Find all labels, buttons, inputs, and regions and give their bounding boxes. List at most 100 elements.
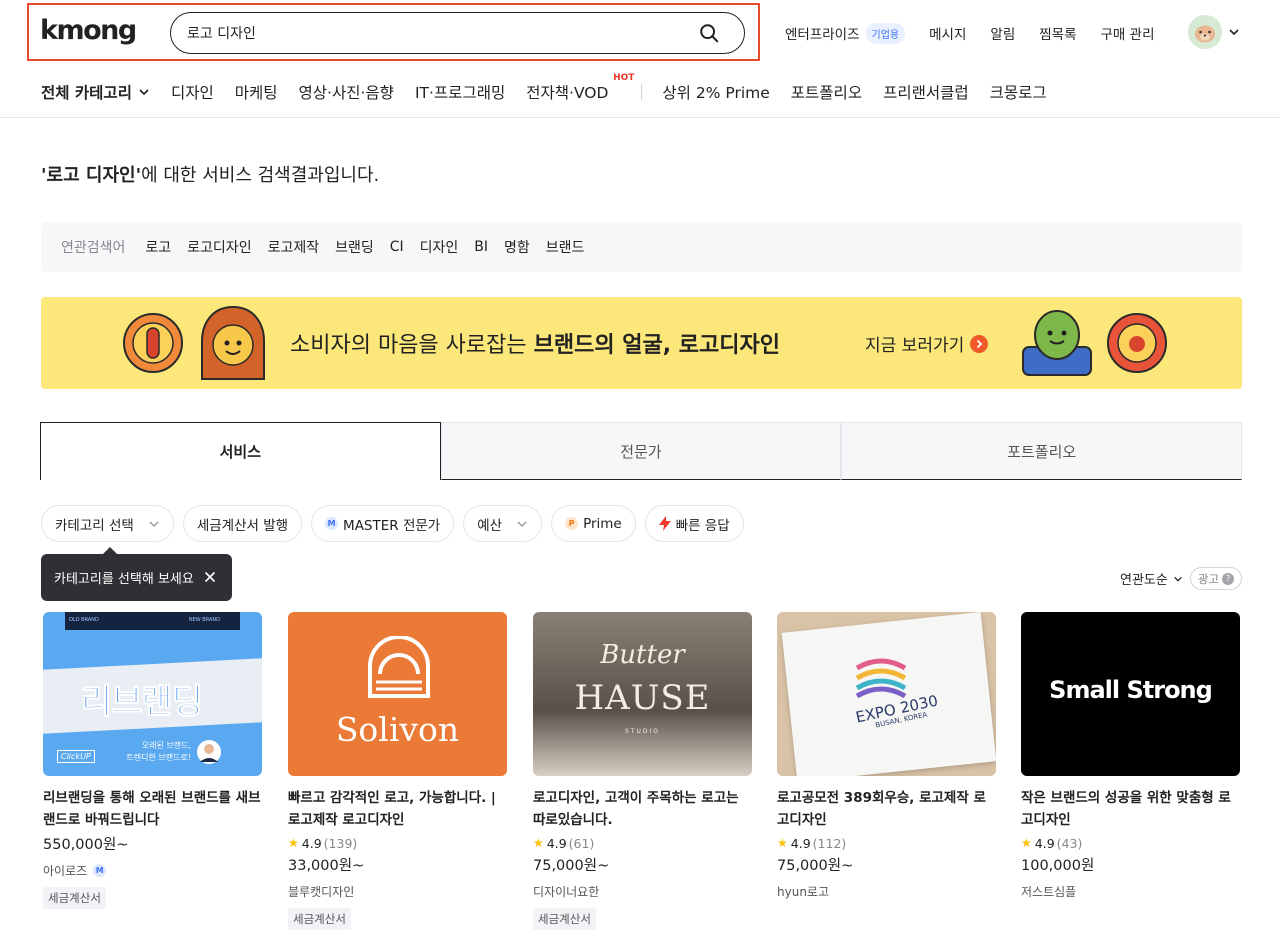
related-keyword[interactable]: 로고 [145, 237, 171, 257]
hotdog-sticker-icon [123, 313, 183, 373]
filter-master[interactable]: M MASTER 전문가 [311, 505, 455, 542]
review-count: (139) [323, 835, 358, 851]
card-thumbnail[interactable]: EXPO 2030 BUSAN, KOREA [777, 612, 996, 776]
card-thumbnail[interactable]: Small Strong [1021, 612, 1240, 776]
card-seller[interactable]: 아이로즈 M [43, 861, 262, 879]
purchase-management-link[interactable]: 구매 관리 [1101, 23, 1155, 43]
search-input[interactable] [187, 22, 687, 44]
vegan-house-sticker-icon [1022, 310, 1092, 376]
card-title[interactable]: 리브랜딩을 통해 오래된 브랜드를 새브랜드로 바꿔드립니다 [43, 787, 262, 831]
nav-freelancer-club[interactable]: 프리랜서클럽 [883, 81, 969, 103]
card-title[interactable]: 작은 브랜드의 성공을 위한 맞춤형 로고디자인 [1021, 787, 1240, 831]
seller-name: hyun로고 [777, 884, 829, 899]
banner-cta[interactable]: 지금 보러가기 [865, 331, 989, 356]
seller-name: 저스트심플 [1021, 884, 1077, 899]
category-nav: 전체 카테고리 디자인 마케팅 영상·사진·음향 IT·프로그래밍 전자책·VO… [41, 73, 1068, 106]
filter-prime[interactable]: P Prime [551, 505, 636, 542]
card-seller[interactable]: 디자이너요한 [533, 882, 752, 900]
nav-marketing[interactable]: 마케팅 [235, 81, 278, 103]
card-title[interactable]: 빠르고 감각적인 로고, 가능합니다. | 로고제작 로고디자인 [288, 787, 507, 831]
enterprise-link[interactable]: 엔터프라이즈 기업용 [785, 22, 906, 44]
search-bar[interactable] [170, 12, 745, 54]
filter-prime-label: Prime [583, 515, 622, 532]
related-keywords-label: 연관검색어 [61, 240, 126, 256]
service-card[interactable]: Butter HAUSE STUDIO 로고디자인, 고객이 주목하는 로고는 … [533, 612, 752, 930]
card-rating: ★ 4.9 (112) [777, 834, 996, 852]
filter-tax-invoice[interactable]: 세금계산서 발행 [182, 505, 303, 542]
related-keyword[interactable]: 브랜드 [546, 237, 585, 257]
messages-link[interactable]: 메시지 [929, 23, 966, 43]
filter-budget[interactable]: 예산 [463, 505, 543, 542]
results-heading: '로고 디자인'에 대한 서비스 검색결과입니다. [41, 161, 379, 187]
wishlist-link[interactable]: 찜목록 [1039, 23, 1076, 43]
related-keyword[interactable]: BI [474, 239, 488, 255]
nav-ebook-vod-label: 전자책·VOD [526, 84, 609, 102]
thumb-old-brand: OLD BRAND [69, 617, 99, 623]
filter-category[interactable]: 카테고리 선택 [41, 505, 174, 542]
star-icon: ★ [533, 836, 544, 850]
tab-portfolio[interactable]: 포트폴리오 [841, 422, 1243, 480]
close-icon[interactable] [204, 571, 216, 583]
ad-badge[interactable]: 광고 ? [1190, 567, 1242, 590]
nav-all-categories[interactable]: 전체 카테고리 [41, 81, 150, 103]
thumb-studio-text: STUDIO [625, 728, 660, 735]
taco-sticker-icon [201, 305, 265, 380]
service-card[interactable]: EXPO 2030 BUSAN, KOREA 로고공모전 389회우승, 로고제… [777, 612, 996, 900]
avatar[interactable] [1188, 15, 1222, 49]
rating-value: 4.9 [790, 835, 811, 851]
results-suffix: 에 대한 서비스 검색결과입니다. [141, 165, 380, 186]
thumb-headline: 리브랜딩 [80, 682, 203, 723]
card-rating: ★ 4.9 (43) [1021, 834, 1240, 852]
nav-design[interactable]: 디자인 [171, 81, 214, 103]
nav-kmong-log[interactable]: 크몽로그 [990, 81, 1047, 103]
banner-text-bold: 브랜드의 얼굴, 로고디자인 [533, 333, 780, 358]
card-price: 33,000원~ [288, 858, 365, 874]
thumb-script-text: Butter [600, 640, 685, 670]
nav-prime[interactable]: 상위 2% Prime [662, 81, 769, 103]
notifications-link[interactable]: 알림 [990, 23, 1015, 43]
thumb-wordmark: Solivon [335, 710, 460, 749]
service-card[interactable]: Small Strong 작은 브랜드의 성공을 위한 맞춤형 로고디자인 ★ … [1021, 612, 1240, 900]
card-title[interactable]: 로고디자인, 고객이 주목하는 로고는 따로있습니다. [533, 787, 752, 831]
search-icon[interactable] [698, 22, 720, 44]
nav-ebook-vod[interactable]: 전자책·VOD HOT [526, 73, 634, 103]
card-thumbnail[interactable]: Solivon [288, 612, 507, 776]
filter-fast-response[interactable]: 빠른 응답 [644, 505, 744, 542]
related-keyword[interactable]: 로고디자인 [187, 237, 251, 257]
card-seller[interactable]: 블루캣디자인 [288, 882, 507, 900]
card-seller[interactable]: 저스트심플 [1021, 882, 1240, 900]
bolt-icon [658, 516, 671, 531]
kmong-logo[interactable]: kmong [40, 13, 137, 49]
related-keyword[interactable]: 브랜딩 [335, 237, 374, 257]
nav-video-photo-audio[interactable]: 영상·사진·음향 [299, 81, 394, 103]
thumb-caption-2: 트렌디한 브랜드로! [126, 753, 191, 762]
related-keyword[interactable]: 디자인 [420, 237, 459, 257]
tab-services[interactable]: 서비스 [40, 422, 441, 480]
star-icon: ★ [1021, 836, 1032, 850]
tab-experts[interactable]: 전문가 [440, 422, 842, 480]
related-keywords: 연관검색어 로고 로고디자인 로고제작 브랜딩 CI 디자인 BI 명함 브랜드 [41, 222, 1242, 272]
related-keyword[interactable]: 명함 [504, 237, 530, 257]
star-icon: ★ [777, 836, 788, 850]
card-rating: ★ 4.9 (61) [533, 834, 752, 852]
chevron-down-icon[interactable] [1228, 26, 1240, 38]
filter-category-label: 카테고리 선택 [55, 517, 134, 534]
seller-name: 디자이너요한 [533, 884, 600, 899]
service-card[interactable]: OLD BRAND NEW BRAND 리브랜딩 오래된 브랜드, 트렌디한 브… [43, 612, 262, 909]
thumb-serif-text: HAUSE [574, 678, 711, 718]
chevron-down-icon [139, 89, 149, 96]
service-card[interactable]: Solivon 빠르고 감각적인 로고, 가능합니다. | 로고제작 로고디자인… [288, 612, 507, 930]
nav-it-programming[interactable]: IT·프로그래밍 [415, 81, 505, 103]
sort-dropdown[interactable]: 연관도순 [1120, 569, 1183, 588]
card-thumbnail[interactable]: OLD BRAND NEW BRAND 리브랜딩 오래된 브랜드, 트렌디한 브… [43, 612, 262, 776]
review-count: (43) [1056, 835, 1083, 851]
card-seller[interactable]: hyun로고 [777, 882, 996, 900]
promo-banner[interactable]: 소비자의 마음을 사로잡는 브랜드의 얼굴, 로고디자인 지금 보러가기 [41, 297, 1242, 389]
review-count: (112) [812, 835, 847, 851]
star-icon: ★ [288, 836, 299, 850]
card-thumbnail[interactable]: Butter HAUSE STUDIO [533, 612, 752, 776]
related-keyword[interactable]: 로고제작 [268, 237, 320, 257]
nav-portfolio[interactable]: 포트폴리오 [791, 81, 862, 103]
related-keyword[interactable]: CI [390, 239, 404, 255]
card-title[interactable]: 로고공모전 389회우승, 로고제작 로고디자인 [777, 787, 996, 831]
